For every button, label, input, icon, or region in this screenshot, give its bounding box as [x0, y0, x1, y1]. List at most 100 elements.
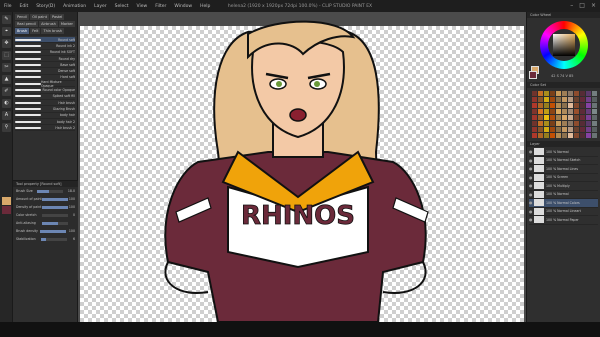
selection-tool-icon[interactable]: ⬚: [2, 51, 11, 60]
main-color-swatch[interactable]: [2, 197, 11, 205]
palette-swatch[interactable]: [562, 121, 567, 126]
palette-swatch[interactable]: [580, 91, 585, 96]
palette-swatch[interactable]: [592, 127, 597, 132]
saturation-value-square[interactable]: [553, 34, 575, 56]
palette-swatch[interactable]: [538, 115, 543, 120]
palette-swatch[interactable]: [556, 91, 561, 96]
layer-row[interactable]: ● 100 % Screen: [529, 173, 598, 182]
subtool-tab[interactable]: Felt: [30, 28, 41, 34]
palette-swatch[interactable]: [580, 103, 585, 108]
menu-select[interactable]: Select: [111, 4, 133, 9]
zoom-tool-icon[interactable]: ⌖: [2, 27, 11, 36]
palette-swatch[interactable]: [532, 121, 537, 126]
palette-swatch[interactable]: [556, 133, 561, 138]
property-row[interactable]: Brush density 100: [13, 227, 78, 235]
palette-swatch[interactable]: [580, 109, 585, 114]
palette-swatch[interactable]: [538, 91, 543, 96]
palette-swatch[interactable]: [544, 91, 549, 96]
palette-swatch[interactable]: [562, 91, 567, 96]
property-row[interactable]: Amount of paint 100: [13, 195, 78, 203]
palette-swatch[interactable]: [538, 127, 543, 132]
palette-swatch[interactable]: [544, 127, 549, 132]
subtool-tab[interactable]: Pastel: [49, 14, 65, 20]
palette-swatch[interactable]: [574, 91, 579, 96]
palette-swatch[interactable]: [586, 97, 591, 102]
palette-swatch[interactable]: [544, 121, 549, 126]
palette-swatch[interactable]: [574, 121, 579, 126]
layer-row[interactable]: ● 100 % Normal Lineart: [529, 207, 598, 216]
eyedropper-tool-icon[interactable]: ⚲: [2, 123, 11, 132]
close-icon[interactable]: ×: [591, 2, 596, 9]
palette-swatch[interactable]: [550, 133, 555, 138]
layer-row-selected[interactable]: ● 100 % Normal Colors: [529, 199, 598, 208]
move-tool-icon[interactable]: ✥: [2, 39, 11, 48]
menu-edit[interactable]: Edit: [16, 4, 33, 9]
menu-view[interactable]: View: [133, 4, 152, 9]
palette-swatch[interactable]: [550, 115, 555, 120]
color-set-palette[interactable]: [527, 88, 600, 141]
palette-swatch[interactable]: [574, 133, 579, 138]
palette-swatch[interactable]: [586, 103, 591, 108]
sub-color-swatch[interactable]: [2, 206, 11, 214]
property-row[interactable]: Stabilization 6: [13, 235, 78, 243]
palette-swatch[interactable]: [532, 109, 537, 114]
palette-swatch[interactable]: [538, 133, 543, 138]
palette-swatch[interactable]: [580, 97, 585, 102]
subtool-tab-active[interactable]: Brush: [15, 28, 30, 34]
palette-swatch[interactable]: [550, 127, 555, 132]
minimize-icon[interactable]: –: [570, 2, 573, 9]
layer-row[interactable]: ● 100 % Normal Sketch: [529, 156, 598, 165]
palette-swatch[interactable]: [592, 121, 597, 126]
palette-swatch[interactable]: [562, 103, 567, 108]
subtool-tab[interactable]: Pencil: [15, 14, 30, 20]
palette-swatch[interactable]: [592, 91, 597, 96]
palette-swatch[interactable]: [592, 115, 597, 120]
palette-swatch[interactable]: [544, 133, 549, 138]
subtool-tab[interactable]: Real pencil: [15, 21, 39, 27]
palette-swatch[interactable]: [568, 103, 573, 108]
palette-swatch[interactable]: [556, 97, 561, 102]
palette-swatch[interactable]: [574, 103, 579, 108]
palette-swatch[interactable]: [562, 97, 567, 102]
palette-swatch[interactable]: [538, 109, 543, 114]
palette-swatch[interactable]: [532, 127, 537, 132]
property-row[interactable]: Brush Size 18.0: [13, 187, 78, 195]
palette-swatch[interactable]: [580, 121, 585, 126]
palette-swatch[interactable]: [562, 115, 567, 120]
palette-swatch[interactable]: [580, 133, 585, 138]
menu-layer[interactable]: Layer: [90, 4, 111, 9]
palette-swatch[interactable]: [550, 91, 555, 96]
layer-row[interactable]: ● 100 % Normal Paper: [529, 216, 598, 225]
canvas-area[interactable]: RHINOS: [78, 12, 526, 322]
palette-swatch[interactable]: [580, 127, 585, 132]
palette-swatch[interactable]: [562, 127, 567, 132]
palette-swatch[interactable]: [544, 97, 549, 102]
palette-swatch[interactable]: [556, 109, 561, 114]
palette-swatch[interactable]: [586, 91, 591, 96]
menu-animation[interactable]: Animation: [59, 4, 90, 9]
palette-swatch[interactable]: [556, 127, 561, 132]
menu-window[interactable]: Window: [170, 4, 196, 9]
palette-swatch[interactable]: [550, 103, 555, 108]
palette-swatch[interactable]: [592, 97, 597, 102]
brush-tool-icon[interactable]: ✐: [2, 87, 11, 96]
palette-swatch[interactable]: [568, 97, 573, 102]
subtool-tab[interactable]: Thin brush: [41, 28, 65, 34]
menu-story[interactable]: Story(D): [32, 4, 59, 9]
maximize-icon[interactable]: □: [579, 2, 585, 9]
palette-swatch[interactable]: [586, 127, 591, 132]
palette-swatch[interactable]: [562, 133, 567, 138]
palette-swatch[interactable]: [574, 97, 579, 102]
palette-swatch[interactable]: [592, 109, 597, 114]
menu-filter[interactable]: Filter: [151, 4, 170, 9]
palette-swatch[interactable]: [538, 121, 543, 126]
palette-swatch[interactable]: [532, 91, 537, 96]
color-wheel[interactable]: 42 S 74 V 85: [527, 18, 600, 82]
sub-color-chip[interactable]: [529, 71, 537, 79]
palette-swatch[interactable]: [538, 103, 543, 108]
palette-swatch[interactable]: [550, 97, 555, 102]
cut-tool-icon[interactable]: ✂: [2, 63, 11, 72]
palette-swatch[interactable]: [556, 103, 561, 108]
brush-item[interactable]: Hair brush 2: [15, 125, 75, 132]
property-row[interactable]: Density of paint 100: [13, 203, 78, 211]
